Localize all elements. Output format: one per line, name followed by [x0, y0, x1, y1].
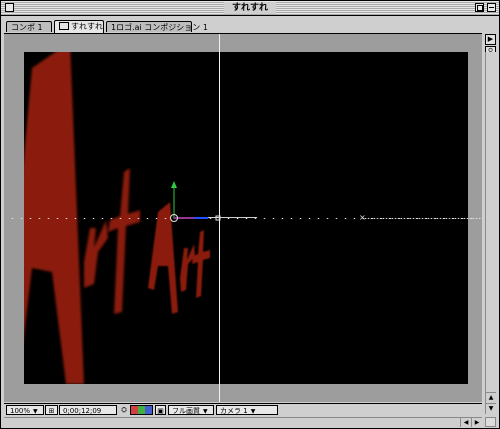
panel-menu-arrow-icon[interactable]: ▶ [485, 34, 496, 45]
tab-logo-composition[interactable]: 1ロゴ.ai コンポジション 1 [106, 21, 208, 32]
tab-label: コンポ 1 [11, 23, 43, 32]
grid-icon[interactable]: ⊞ [45, 405, 58, 415]
tab-bar: コンポ 1 すれすれ 1ロゴ.ai コンポジション 1 [4, 20, 482, 34]
window-title: すれすれ [223, 2, 277, 14]
chevron-down-icon: ▼ [203, 408, 208, 415]
3d-axis-gizmo-icon[interactable] [164, 180, 224, 225]
timecode-value: 0;00;12;09 [63, 407, 102, 415]
path-point-icon[interactable]: × [359, 214, 366, 222]
scroll-down-arrow-icon[interactable]: ▼ [486, 403, 496, 414]
scroll-up-arrow-icon[interactable]: ▲ [486, 392, 496, 403]
tab-comp-1[interactable]: コンポ 1 [6, 21, 52, 32]
close-box-icon[interactable] [5, 3, 14, 12]
scroll-left-arrow-icon[interactable]: ◀ [460, 418, 471, 427]
tab-label: すれすれ [71, 22, 103, 31]
camera-snapshot-icon[interactable]: ⛭ [118, 405, 130, 415]
resolution-value: フル画質 [172, 407, 200, 415]
chevron-down-icon: ▼ [250, 408, 256, 415]
view-value: カメラ 1 [220, 407, 248, 415]
rgb-channel-icon[interactable] [130, 405, 153, 415]
composition-window: すれすれ コンポ 1 すれすれ 1ロゴ.ai コンポジション 1 ▶ ⚲ × ▲… [0, 0, 500, 429]
timecode-display[interactable]: 0;00;12;09 [59, 405, 117, 415]
horizontal-scrollbar[interactable]: ◀ ▶ [4, 417, 482, 428]
title-bar[interactable]: すれすれ [1, 1, 499, 16]
tab-suresure[interactable]: すれすれ [54, 20, 104, 33]
collapse-box-icon[interactable] [487, 3, 496, 12]
zoom-dropdown[interactable]: 100% ▼ [6, 405, 44, 415]
composition-viewer[interactable]: × [4, 34, 482, 402]
region-of-interest-icon[interactable]: ▣ [155, 405, 166, 415]
composition-icon [59, 22, 69, 30]
resolution-dropdown[interactable]: フル画質 ▼ [168, 405, 214, 415]
scroll-right-arrow-icon[interactable]: ▶ [471, 418, 482, 427]
zoom-box-icon[interactable] [475, 3, 484, 12]
tab-label: 1ロゴ.ai コンポジション 1 [111, 23, 208, 32]
zoom-value: 100% [10, 407, 31, 415]
motion-path-dots-right [364, 218, 482, 219]
vertical-scrollbar[interactable]: ▲ ▼ [485, 52, 496, 414]
viewer-status-bar: 100% ▼ ⊞ 0;00;12;09 ⛭ ▣ フル画質 ▼ カメラ 1 ▼ [4, 403, 482, 417]
resize-grip-icon[interactable] [485, 417, 496, 427]
chevron-down-icon: ▼ [33, 408, 38, 415]
view-dropdown[interactable]: カメラ 1 ▼ [216, 405, 278, 415]
